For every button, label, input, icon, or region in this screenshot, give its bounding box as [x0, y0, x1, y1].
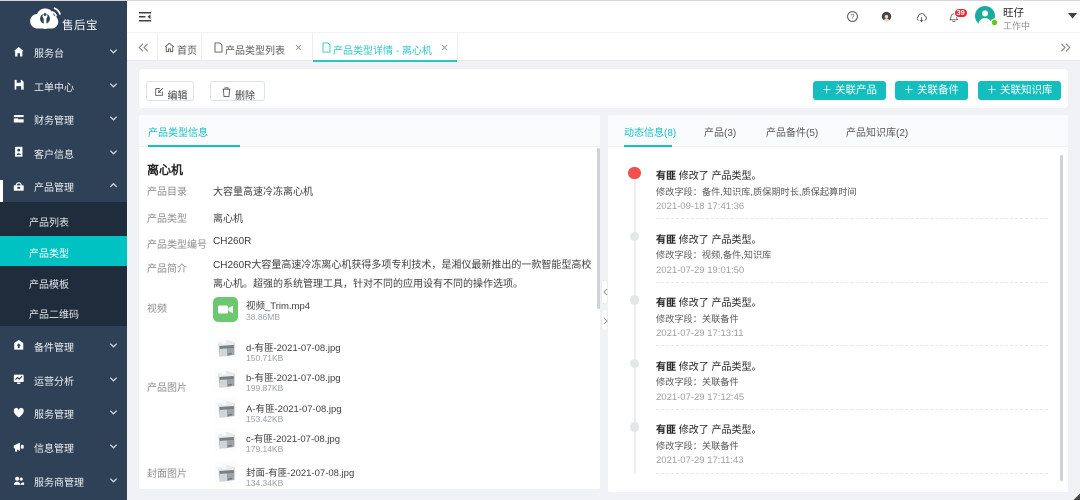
svg-text:?: ? [850, 14, 854, 21]
